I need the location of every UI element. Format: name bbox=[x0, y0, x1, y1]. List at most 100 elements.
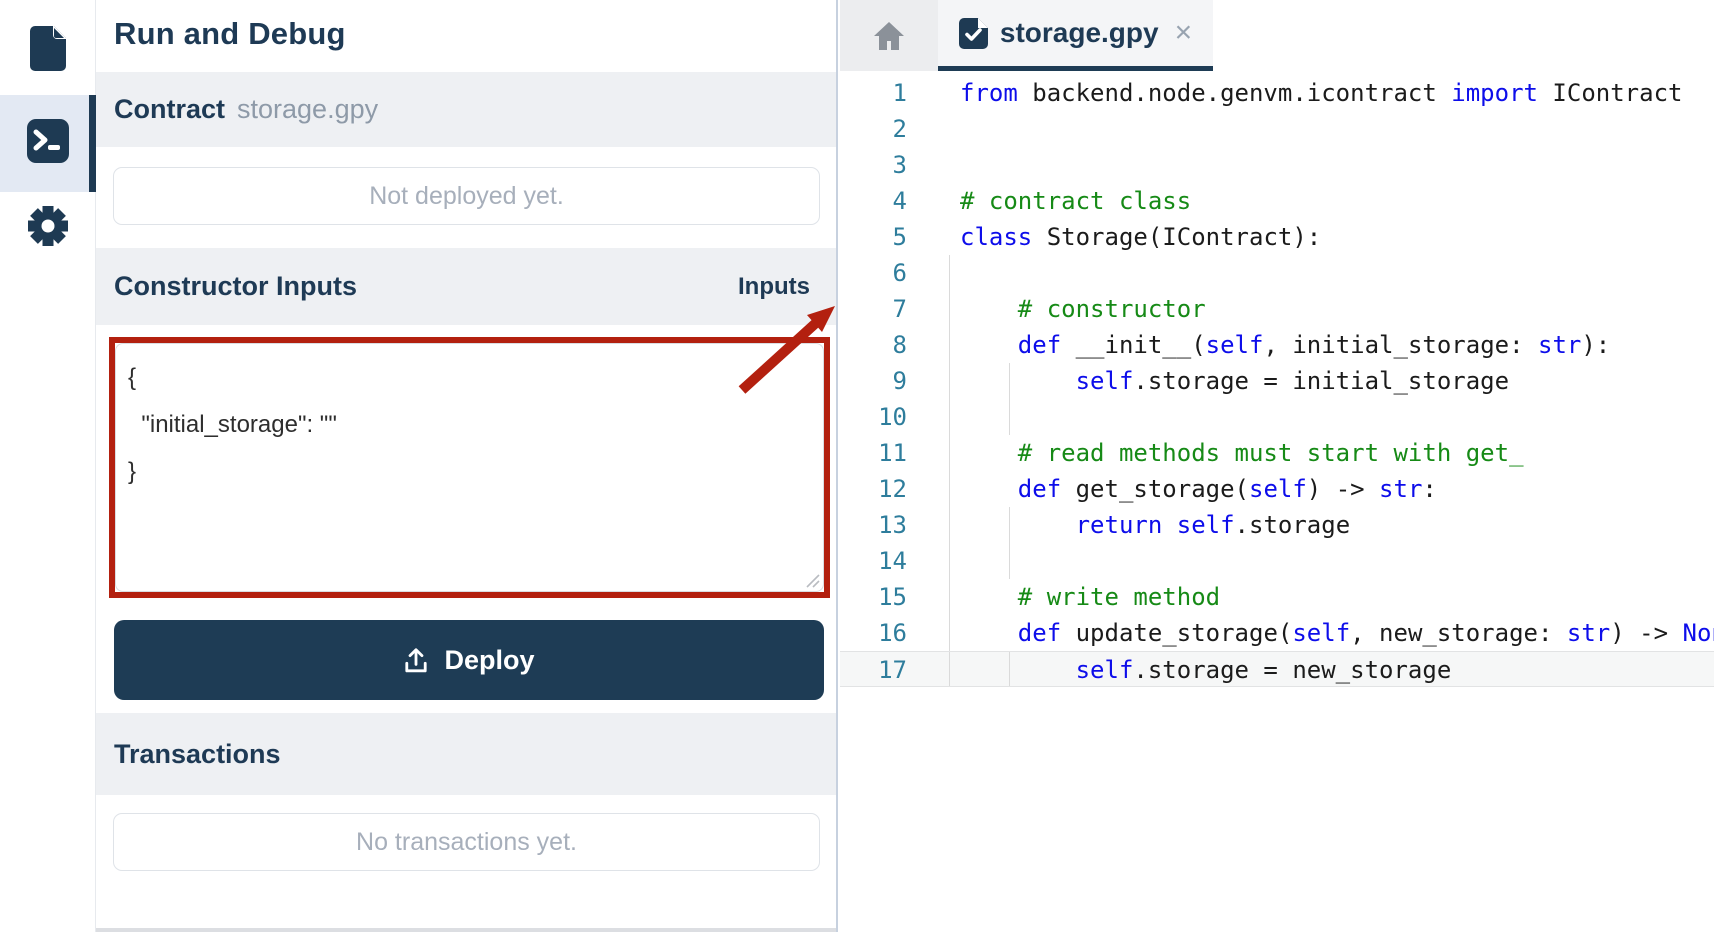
line-number: 12 bbox=[878, 475, 907, 503]
editor-tab-bar: storage.gpy × bbox=[840, 0, 1714, 71]
code-line-text: # constructor bbox=[1017, 295, 1206, 323]
constructor-inputs-label: Constructor Inputs bbox=[114, 271, 357, 301]
inputs-badge: Inputs bbox=[738, 272, 810, 300]
code-line-17[interactable]: 17 self.storage = new_storage bbox=[840, 651, 1714, 687]
code-line-16[interactable]: 16 def update_storage(self, new_storage:… bbox=[840, 615, 1714, 651]
code-lines: 1 from backend.node.genvm.icontract impor… bbox=[840, 71, 1714, 687]
code-line-9[interactable]: 9 self.storage = initial_storage bbox=[840, 363, 1714, 399]
code-line-text: # contract class bbox=[960, 187, 1192, 215]
code-line-11[interactable]: 11 # read methods must start with get_ bbox=[840, 435, 1714, 471]
code-line-14[interactable]: 14 bbox=[840, 543, 1714, 579]
contract-filename: storage.gpy bbox=[237, 94, 379, 124]
line-number: 15 bbox=[878, 583, 907, 611]
indent-guide bbox=[949, 543, 950, 579]
sidebar-item-run-debug[interactable] bbox=[0, 95, 96, 192]
terminal-icon bbox=[26, 118, 70, 169]
indent-guide bbox=[949, 652, 950, 686]
code-line-8[interactable]: 8 def __init__(self, initial_storage: st… bbox=[840, 327, 1714, 363]
code-line-text: return self.storage bbox=[1075, 511, 1351, 539]
indent-guide bbox=[1009, 652, 1010, 686]
code-line-text: def __init__(self, initial_storage: str)… bbox=[1017, 331, 1611, 359]
contract-section-header: Contract storage.gpy bbox=[96, 72, 836, 147]
deploy-button-label: Deploy bbox=[444, 644, 535, 675]
code-line-13[interactable]: 13 return self.storage bbox=[840, 507, 1714, 543]
line-number: 14 bbox=[878, 547, 907, 575]
gear-icon bbox=[24, 202, 72, 255]
icon-sidebar bbox=[0, 0, 96, 932]
sidebar-item-settings[interactable] bbox=[0, 195, 96, 261]
indent-guide bbox=[949, 579, 950, 615]
indent-guide bbox=[949, 435, 950, 471]
code-line-text: def get_storage(self) -> str: bbox=[1017, 475, 1437, 503]
line-number: 9 bbox=[892, 367, 907, 395]
contract-label: Contract bbox=[114, 94, 226, 124]
indent-guide bbox=[949, 363, 950, 399]
line-number: 3 bbox=[892, 151, 907, 179]
code-line-15[interactable]: 15 # write method bbox=[840, 579, 1714, 615]
line-number: 7 bbox=[892, 295, 907, 323]
code-line-text: class Storage(IContract): bbox=[960, 223, 1322, 251]
line-number: 1 bbox=[892, 79, 907, 107]
code-line-text: from backend.node.genvm.icontract import… bbox=[960, 79, 1683, 107]
line-number: 8 bbox=[892, 331, 907, 359]
transactions-empty-box: No transactions yet. bbox=[113, 813, 820, 871]
transactions-section-header: Transactions bbox=[96, 713, 836, 795]
indent-guide bbox=[949, 399, 950, 435]
code-line-2[interactable]: 2 bbox=[840, 111, 1714, 147]
line-number: 17 bbox=[878, 656, 907, 684]
home-icon bbox=[873, 21, 904, 50]
tab-storage-gpy[interactable]: storage.gpy × bbox=[938, 0, 1213, 71]
page-title: Run and Debug bbox=[114, 16, 346, 51]
code-line-text: self.storage = new_storage bbox=[1075, 656, 1452, 684]
deploy-button[interactable]: Deploy bbox=[114, 620, 824, 700]
code-line-10[interactable]: 10 bbox=[840, 399, 1714, 435]
code-line-6[interactable]: 6 bbox=[840, 255, 1714, 291]
indent-guide bbox=[949, 507, 950, 543]
line-number: 2 bbox=[892, 115, 907, 143]
indent-guide bbox=[949, 255, 950, 291]
indent-guide bbox=[1009, 363, 1010, 399]
app-window: Run and Debug Contract storage.gpy Not d… bbox=[0, 0, 1714, 932]
deployment-status-box: Not deployed yet. bbox=[113, 167, 820, 225]
indent-guide bbox=[1009, 543, 1010, 579]
constructor-json-input[interactable] bbox=[116, 344, 823, 591]
code-line-text: self.storage = initial_storage bbox=[1075, 367, 1510, 395]
code-line-1[interactable]: 1 from backend.node.genvm.icontract impor… bbox=[840, 75, 1714, 111]
deployment-status-text: Not deployed yet. bbox=[369, 181, 564, 210]
indent-guide bbox=[949, 471, 950, 507]
line-number: 16 bbox=[878, 619, 907, 647]
line-number: 6 bbox=[892, 259, 907, 287]
indent-guide bbox=[949, 615, 950, 651]
code-line-7[interactable]: 7 # constructor bbox=[840, 291, 1714, 327]
code-line-text: # read methods must start with get_ bbox=[1017, 439, 1524, 467]
indent-guide bbox=[1009, 507, 1010, 543]
transactions-empty-text: No transactions yet. bbox=[356, 827, 577, 856]
tab-label: storage.gpy bbox=[999, 17, 1159, 48]
indent-guide bbox=[949, 291, 950, 327]
code-editor: storage.gpy × 1 from backend.node.genvm.i… bbox=[840, 0, 1714, 932]
upload-icon bbox=[405, 648, 428, 673]
document-icon bbox=[26, 24, 70, 77]
line-number: 10 bbox=[878, 403, 907, 431]
code-line-5[interactable]: 5 class Storage(IContract): bbox=[840, 219, 1714, 255]
line-number: 13 bbox=[878, 511, 907, 539]
code-line-text: def update_storage(self, new_storage: st… bbox=[1017, 619, 1714, 647]
sidebar-item-files[interactable] bbox=[0, 8, 96, 92]
code-line-3[interactable]: 3 bbox=[840, 147, 1714, 183]
line-number: 11 bbox=[878, 439, 907, 467]
horizontal-scrollbar[interactable] bbox=[96, 928, 836, 932]
indent-guide bbox=[949, 327, 950, 363]
constructor-inputs-annotated-region bbox=[109, 337, 830, 598]
code-line-4[interactable]: 4 # contract class bbox=[840, 183, 1714, 219]
close-icon[interactable]: × bbox=[1175, 18, 1193, 48]
code-line-text: # write method bbox=[1017, 583, 1221, 611]
tab-home[interactable] bbox=[840, 0, 938, 71]
line-number: 4 bbox=[892, 187, 907, 215]
code-line-12[interactable]: 12 def get_storage(self) -> str: bbox=[840, 471, 1714, 507]
line-number: 5 bbox=[892, 223, 907, 251]
indent-guide bbox=[1009, 399, 1010, 435]
